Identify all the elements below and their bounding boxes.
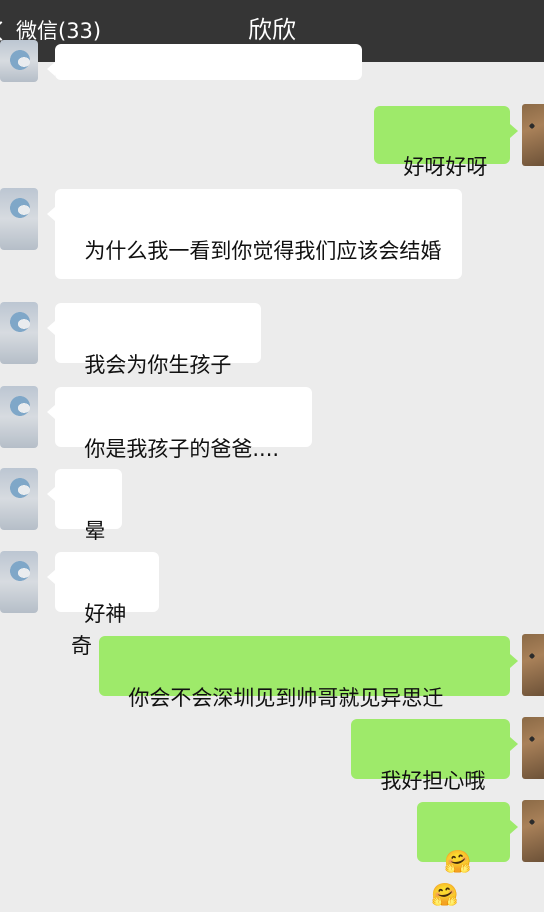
- message-bubble-outgoing[interactable]: 你会不会深圳见到帅哥就见异思迁: [99, 636, 518, 710]
- message-bubble-outgoing[interactable]: 好呀好呀: [374, 106, 518, 179]
- self-avatar[interactable]: [522, 634, 544, 696]
- message-bubble-incoming[interactable]: 你是我孩子的爸爸....: [47, 387, 312, 461]
- contact-avatar[interactable]: [0, 468, 38, 530]
- message-text: 你会不会深圳见到帅哥就见异思迁: [128, 686, 444, 710]
- self-avatar[interactable]: [522, 800, 544, 862]
- message-text: 你是我孩子的爸爸....: [84, 437, 280, 461]
- contact-avatar[interactable]: [0, 551, 38, 613]
- message-bubble-incoming[interactable]: [47, 44, 362, 80]
- contact-avatar[interactable]: [0, 188, 38, 250]
- message-text: 晕: [84, 519, 106, 543]
- message-bubble-incoming[interactable]: 我会为你生孩子: [47, 303, 261, 377]
- message-text: 好呀好呀: [403, 155, 488, 179]
- message-bubble-incoming[interactable]: 为什么我一看到你觉得我们应该会结婚: [47, 189, 462, 279]
- message-text: 我好担心哦: [380, 769, 486, 793]
- message-text: 为什么我一看到你觉得我们应该会结婚: [84, 239, 442, 263]
- message-bubble-incoming[interactable]: 晕: [47, 469, 122, 543]
- self-avatar[interactable]: [522, 104, 544, 166]
- contact-avatar[interactable]: [0, 386, 38, 448]
- message-bubble-outgoing[interactable]: 🤗🤗: [417, 802, 518, 908]
- message-bubble-outgoing[interactable]: 我好担心哦: [351, 719, 518, 793]
- hug-emoji-icon: 🤗🤗: [431, 850, 474, 908]
- contact-avatar[interactable]: [0, 40, 38, 82]
- message-bubble-incoming[interactable]: 好神奇: [47, 552, 159, 658]
- self-avatar[interactable]: [522, 717, 544, 779]
- contact-avatar[interactable]: [0, 302, 38, 364]
- message-text: 我会为你生孩子: [84, 353, 232, 377]
